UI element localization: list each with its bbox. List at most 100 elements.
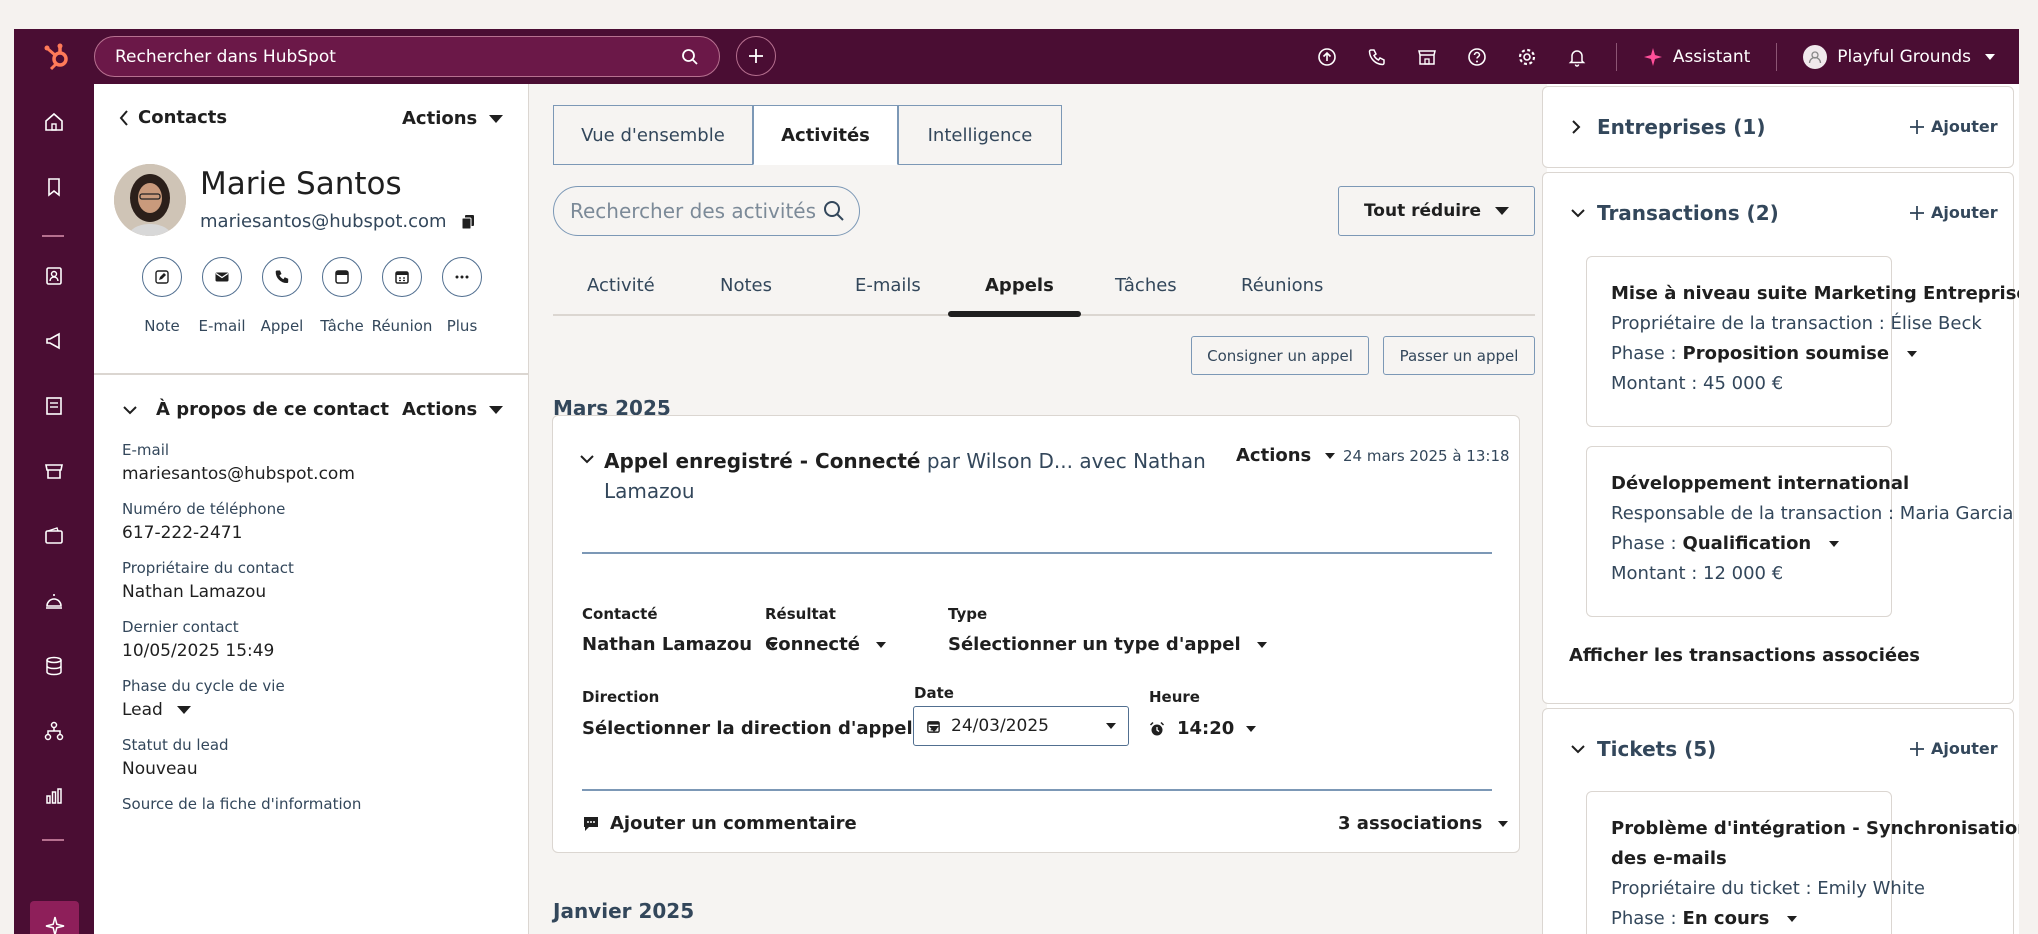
about-actions-dropdown[interactable]: Actions bbox=[402, 399, 504, 420]
deal-name[interactable]: Développement international bbox=[1611, 473, 1909, 494]
activity-search-input[interactable]: Rechercher des activités bbox=[553, 186, 860, 236]
subtab-activity[interactable]: Activité bbox=[587, 275, 655, 296]
home-icon[interactable] bbox=[36, 104, 72, 140]
ticket-phase-value: En cours bbox=[1682, 908, 1770, 929]
notifications-bell-icon[interactable] bbox=[1552, 29, 1602, 84]
content-icon[interactable] bbox=[36, 388, 72, 424]
deal-card[interactable]: Mise à niveau suite Marketing Entreprise… bbox=[1586, 256, 2019, 427]
add-deal-button[interactable]: Ajouter bbox=[1909, 203, 1998, 222]
collapse-all-button[interactable]: Tout réduire bbox=[1338, 186, 1535, 236]
meeting-action-button[interactable] bbox=[382, 257, 422, 297]
about-section-toggle[interactable]: À propos de ce contact bbox=[122, 399, 389, 420]
calendar-icon bbox=[395, 271, 409, 284]
field-value-owner[interactable]: Nathan Lamazou bbox=[122, 582, 266, 602]
account-menu[interactable]: Playful Grounds bbox=[1791, 44, 1995, 69]
copy-icon[interactable] bbox=[461, 214, 475, 230]
task-icon bbox=[335, 270, 349, 284]
add-company-button[interactable]: Ajouter bbox=[1909, 117, 1998, 136]
plus-icon bbox=[749, 49, 763, 63]
marketplace-icon[interactable] bbox=[1402, 29, 1452, 84]
companies-title[interactable]: Entreprises (1) bbox=[1597, 115, 1765, 139]
phone-icon[interactable] bbox=[1352, 29, 1402, 84]
type-dropdown[interactable]: Sélectionner un type d'appel bbox=[948, 634, 1267, 655]
deal-phase-dropdown[interactable]: Phase : Proposition soumise bbox=[1611, 343, 1918, 364]
result-dropdown[interactable]: Connecté bbox=[765, 634, 886, 655]
tab-intelligence[interactable]: Intelligence bbox=[898, 105, 1062, 165]
global-search-input[interactable]: Rechercher dans HubSpot bbox=[94, 36, 720, 77]
back-to-contacts-link[interactable]: Contacts bbox=[118, 107, 227, 128]
add-ticket-button[interactable]: Ajouter bbox=[1909, 739, 1998, 758]
call-action-button[interactable] bbox=[262, 257, 302, 297]
assistant-button[interactable]: Assistant bbox=[1631, 47, 1762, 67]
lifecycle-dropdown[interactable]: Lead bbox=[122, 700, 191, 720]
time-dropdown[interactable]: 14:20 bbox=[1149, 718, 1257, 739]
deal-name[interactable]: Mise à niveau suite Marketing Entreprise bbox=[1611, 283, 2019, 304]
reports-chart-icon[interactable] bbox=[36, 778, 72, 814]
field-value-email[interactable]: mariesantos@hubspot.com bbox=[122, 464, 355, 484]
database-icon[interactable] bbox=[36, 648, 72, 684]
help-icon[interactable] bbox=[1452, 29, 1502, 84]
caret-down-icon bbox=[1498, 820, 1509, 827]
contact-actions-dropdown[interactable]: Actions bbox=[402, 108, 504, 129]
ticket-card[interactable]: Problème d'intégration - Synchronisation… bbox=[1586, 791, 2019, 934]
companies-section: Entreprises (1) Ajouter bbox=[1542, 86, 2014, 168]
contact-email-row: mariesantos@hubspot.com bbox=[200, 211, 475, 232]
chevron-down-icon[interactable] bbox=[1570, 208, 1586, 218]
upgrade-icon[interactable] bbox=[1302, 29, 1352, 84]
associations-dropdown[interactable]: 3 associations bbox=[1338, 813, 1509, 834]
about-actions-label: Actions bbox=[402, 399, 478, 420]
deal-phase-value: Qualification bbox=[1682, 533, 1812, 554]
direction-dropdown[interactable]: Sélectionner la direction d'appel bbox=[582, 718, 939, 739]
subtab-meetings[interactable]: Réunions bbox=[1241, 275, 1323, 296]
ticket-phase-dropdown[interactable]: Phase : En cours bbox=[1611, 908, 1798, 929]
ticket-name[interactable]: Problème d'intégration - Synchronisation bbox=[1611, 818, 2019, 839]
field-value-lifecycle: Lead bbox=[122, 700, 163, 720]
show-associated-deals-link[interactable]: Afficher les transactions associées bbox=[1569, 645, 1920, 666]
deals-title[interactable]: Transactions (2) bbox=[1597, 201, 1779, 225]
chevron-right-icon[interactable] bbox=[1571, 119, 1581, 135]
field-value-phone[interactable]: 617-222-2471 bbox=[122, 523, 242, 543]
deal-card[interactable]: Développement international Responsable … bbox=[1586, 446, 2013, 617]
call-title[interactable]: Appel enregistré - Connecté par Wilson D… bbox=[604, 446, 1206, 476]
date-picker-input[interactable]: 24/03/2025 bbox=[913, 706, 1129, 746]
service-bell-icon[interactable] bbox=[36, 583, 72, 619]
log-call-button[interactable]: Consigner un appel bbox=[1191, 336, 1369, 375]
tab-activities[interactable]: Activités bbox=[753, 105, 898, 165]
bookmark-icon[interactable] bbox=[36, 169, 72, 205]
ticket-owner: Propriétaire du ticket : Emily White bbox=[1611, 878, 1925, 899]
subtab-tasks[interactable]: Tâches bbox=[1115, 275, 1177, 296]
hubspot-logo-icon[interactable] bbox=[34, 34, 80, 80]
subtab-emails[interactable]: E-mails bbox=[855, 275, 921, 296]
more-action-button[interactable] bbox=[442, 257, 482, 297]
marketing-megaphone-icon[interactable] bbox=[36, 323, 72, 359]
time-label: Heure bbox=[1149, 688, 1200, 706]
chevron-down-icon[interactable] bbox=[579, 454, 595, 464]
add-comment-button[interactable]: Ajouter un commentaire bbox=[582, 813, 857, 834]
settings-gear-icon[interactable] bbox=[1502, 29, 1552, 84]
deal-phase-label: Phase : bbox=[1611, 533, 1677, 554]
tab-overview[interactable]: Vue d'ensemble bbox=[553, 105, 753, 165]
wallet-icon[interactable] bbox=[36, 518, 72, 554]
subtab-calls[interactable]: Appels bbox=[985, 275, 1054, 296]
automation-icon[interactable] bbox=[36, 713, 72, 749]
create-plus-button[interactable] bbox=[736, 36, 776, 76]
commerce-store-icon[interactable] bbox=[36, 453, 72, 489]
ai-sparkle-nav-icon[interactable] bbox=[30, 901, 79, 934]
caret-down-icon bbox=[176, 706, 191, 714]
alarm-clock-icon bbox=[1149, 721, 1165, 735]
ticket-name-line2[interactable]: des e-mails bbox=[1611, 848, 1727, 869]
note-action-button[interactable] bbox=[142, 257, 182, 297]
call-actions-dropdown[interactable]: Actions bbox=[1236, 445, 1336, 466]
tickets-title[interactable]: Tickets (5) bbox=[1597, 737, 1716, 761]
make-call-button[interactable]: Passer un appel bbox=[1383, 336, 1535, 375]
task-action-button[interactable] bbox=[322, 257, 362, 297]
contacts-icon[interactable] bbox=[36, 258, 72, 294]
deal-phase-dropdown[interactable]: Phase : Qualification bbox=[1611, 533, 1840, 554]
envelope-icon bbox=[215, 272, 229, 282]
contacted-dropdown[interactable]: Nathan Lamazou bbox=[582, 634, 779, 655]
subtab-notes[interactable]: Notes bbox=[720, 275, 772, 296]
email-action-button[interactable] bbox=[202, 257, 242, 297]
field-value-lead-status[interactable]: Nouveau bbox=[122, 759, 198, 779]
chevron-down-icon[interactable] bbox=[1570, 744, 1586, 754]
contact-name: Marie Santos bbox=[200, 166, 402, 202]
